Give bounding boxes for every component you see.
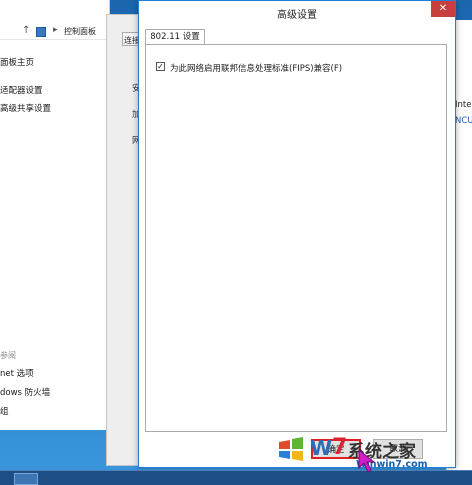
advanced-settings-dialog: 高级设置 ✕ 802.11 设置 ✓ 为此网络启用联邦信息处理标准(FIPS)兼… (138, 0, 456, 468)
settings-panel: ✓ 为此网络启用联邦信息处理标准(FIPS)兼容(F) (145, 44, 447, 432)
tab-80211-settings[interactable]: 802.11 设置 (145, 29, 205, 45)
see-also-heading: 参阅 (0, 351, 16, 360)
breadcrumb-control-panel[interactable]: 控制面板 (64, 26, 96, 37)
sidebar-link-home[interactable]: 面板主页 (0, 56, 34, 68)
pointer-arrow-icon (358, 448, 376, 473)
close-icon[interactable]: ✕ (431, 1, 455, 17)
fips-checkbox[interactable]: ✓ (156, 62, 165, 71)
address-bar: ↑ ▸ 控制面板 (0, 22, 110, 40)
watermark-logo-number: 7 (332, 435, 348, 460)
sidebar-link-adapter-settings[interactable]: 适配器设置 (0, 84, 43, 96)
background-text-line-2: NCUR (455, 116, 472, 126)
control-panel-icon (36, 27, 46, 37)
background-text-line-1: Intern (455, 100, 472, 110)
sidebar-link-advanced-sharing[interactable]: 高级共享设置 (0, 102, 51, 114)
taskbar (0, 470, 472, 485)
taskbar-app-button[interactable] (14, 473, 38, 485)
dialog-title: 高级设置 (277, 10, 317, 21)
path-chevron-icon[interactable]: ▸ (53, 25, 58, 35)
dialog-titlebar[interactable]: 高级设置 ✕ (139, 1, 455, 23)
sidebar-link-internet-options[interactable]: net 选项 (0, 367, 34, 379)
control-panel-window: ↑ ▸ 控制面板 面板主页 适配器设置 高级共享设置 参阅 net 选项 dow… (0, 0, 110, 430)
sidebar-link-firewall[interactable]: dows 防火墙 (0, 386, 50, 398)
sidebar-link-homegroup[interactable]: 组 (0, 405, 9, 417)
fips-checkbox-label[interactable]: 为此网络启用联邦信息处理标准(FIPS)兼容(F) (170, 62, 342, 74)
up-arrow-icon[interactable]: ↑ (22, 25, 30, 36)
windows-logo-icon (279, 437, 303, 461)
watermark-logo-letter: W (310, 436, 333, 460)
